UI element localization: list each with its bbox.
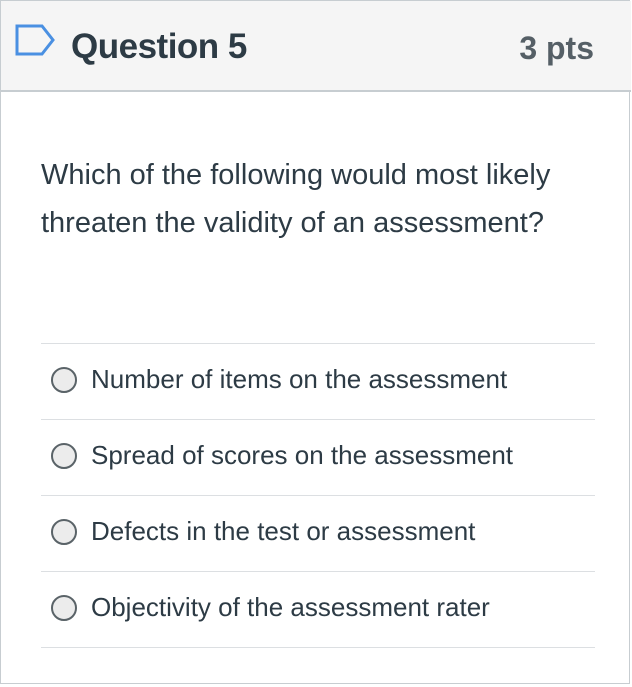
question-card: Question 5 3 pts Which of the following … (0, 0, 631, 684)
answer-option[interactable]: Spread of scores on the assessment (41, 420, 595, 496)
radio-button[interactable] (51, 595, 77, 621)
bookmark-flag-icon (14, 23, 58, 57)
radio-button[interactable] (51, 519, 77, 545)
question-text: Which of the following would most likely… (41, 159, 551, 239)
answer-option[interactable]: Number of items on the assessment (41, 344, 595, 420)
radio-button[interactable] (51, 443, 77, 469)
answer-option[interactable]: Objectivity of the assessment rater (41, 572, 595, 648)
answer-option[interactable]: Defects in the test or assessment (41, 496, 595, 572)
radio-button[interactable] (51, 367, 77, 393)
question-title: Question 5 (71, 27, 247, 66)
answer-label: Spread of scores on the assessment (91, 440, 514, 470)
answer-label: Number of items on the assessment (91, 364, 508, 394)
question-header: Question 5 3 pts (1, 1, 631, 92)
question-points: 3 pts (519, 30, 594, 66)
answer-list: Number of items on the assessment Spread… (41, 343, 595, 648)
flag-question-button[interactable] (14, 23, 58, 57)
answer-label: Defects in the test or assessment (91, 516, 476, 546)
answer-label: Objectivity of the assessment rater (91, 592, 490, 622)
